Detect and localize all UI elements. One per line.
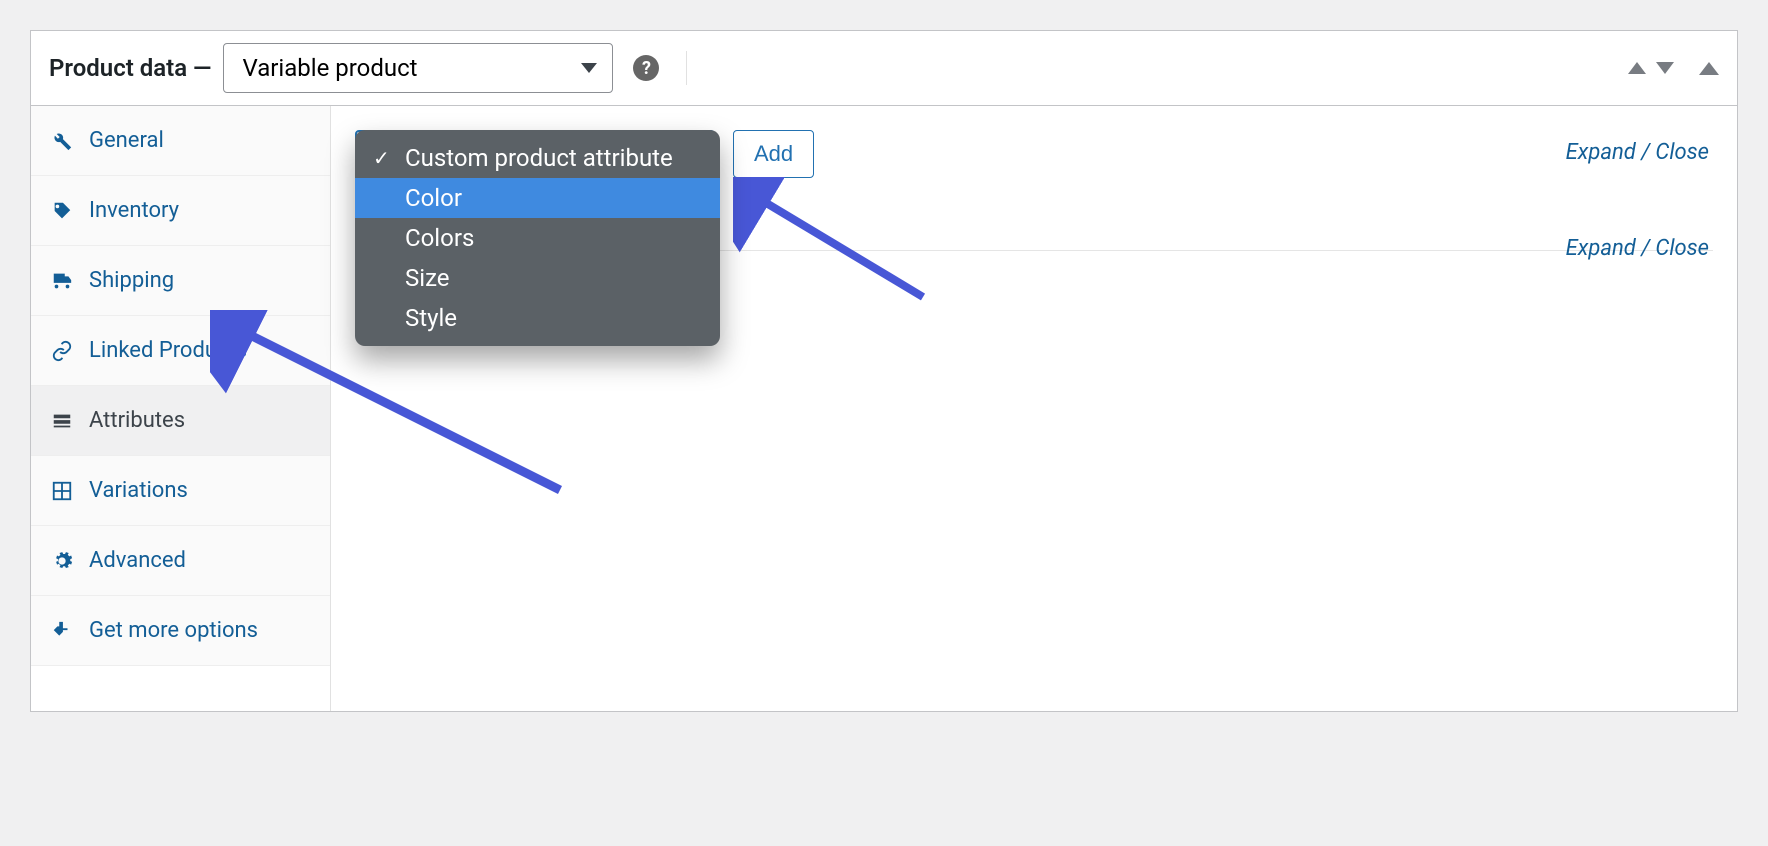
move-down-icon[interactable] [1656,62,1674,74]
panel-header: Product data — Variable product ? [31,31,1737,106]
panel-body: General Inventory Shipping Linked Produc… [31,106,1737,711]
expand-close-link-top[interactable]: Expand / Close [1566,140,1709,165]
product-type-value: Variable product [242,54,417,82]
tab-content-attributes: ✓ Custom product attribute Color Colors … [331,106,1737,711]
wrench-icon [51,130,73,152]
tab-get-more-options[interactable]: Get more options [31,596,330,666]
grid-icon [51,480,73,502]
dropdown-item-size[interactable]: Size [355,258,720,298]
attribute-dropdown-menu: ✓ Custom product attribute Color Colors … [355,130,720,346]
product-data-tabs: General Inventory Shipping Linked Produc… [31,106,331,711]
panel-toggle-controls [1628,62,1719,75]
dropdown-item-label: Color [405,184,462,212]
product-data-panel: Product data — Variable product ? Genera… [30,30,1738,712]
dropdown-item-label: Size [405,264,450,292]
dropdown-item-label: Custom product attribute [405,144,673,172]
tab-linked-products[interactable]: Linked Products [31,316,330,386]
dropdown-item-label: Style [405,304,457,332]
link-icon [51,340,73,362]
tab-advanced[interactable]: Advanced [31,526,330,596]
dropdown-item-custom[interactable]: ✓ Custom product attribute [355,138,720,178]
tab-label: Get more options [89,618,258,643]
dropdown-item-colors[interactable]: Colors [355,218,720,258]
divider [686,51,687,85]
tab-label: General [89,128,164,153]
plug-icon [51,620,73,642]
tab-label: Advanced [89,548,186,573]
truck-icon [51,270,73,292]
annotation-arrow-dropdown [733,177,933,307]
tab-general[interactable]: General [31,106,330,176]
expand-close-link-bottom[interactable]: Expand / Close [1566,236,1709,261]
list-icon [51,410,73,432]
tab-label: Attributes [89,408,185,433]
tab-label: Shipping [89,268,174,293]
tab-variations[interactable]: Variations [31,456,330,526]
dropdown-item-label: Colors [405,224,474,252]
chevron-down-icon [581,63,597,73]
product-type-select[interactable]: Variable product [223,43,613,93]
tab-attributes[interactable]: Attributes [31,386,330,456]
panel-title: Product data — [49,54,211,82]
help-icon[interactable]: ? [633,55,659,81]
attribute-select-wrap: ✓ Custom product attribute Color Colors … [355,130,715,186]
move-up-icon[interactable] [1628,62,1646,74]
tab-label: Inventory [89,198,179,223]
gear-icon [51,550,73,572]
check-icon: ✓ [373,146,390,170]
tab-label: Variations [89,478,188,503]
dropdown-item-color[interactable]: Color [355,178,720,218]
tab-inventory[interactable]: Inventory [31,176,330,246]
dropdown-item-style[interactable]: Style [355,298,720,338]
tab-shipping[interactable]: Shipping [31,246,330,316]
add-button[interactable]: Add [733,130,814,178]
collapse-toggle-icon[interactable] [1699,62,1719,75]
tag-icon [51,200,73,222]
tab-label: Linked Products [89,338,247,363]
